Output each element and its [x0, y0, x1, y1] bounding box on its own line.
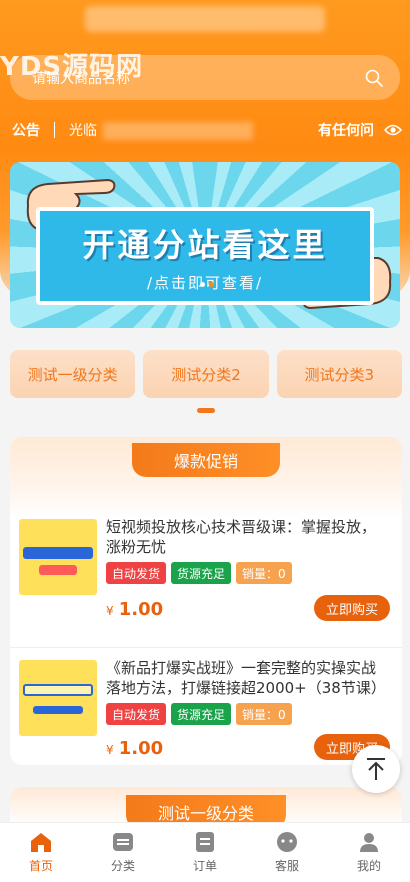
back-to-top-button[interactable]	[352, 745, 400, 793]
search-input[interactable]: 请输入商品名称	[32, 68, 364, 88]
notice-bar[interactable]: 公告 光临 有任何问	[12, 118, 402, 142]
thumbnail-strip	[39, 565, 77, 575]
thumbnail-strip	[33, 706, 83, 714]
product-price: ¥ 1.00	[106, 738, 163, 759]
tag-in-stock: 货源充足	[171, 562, 232, 584]
search-bar[interactable]: 请输入商品名称	[10, 55, 400, 100]
eye-icon[interactable]	[384, 123, 402, 137]
banner-board: 开通分站看这里 /点击即可查看/	[36, 207, 374, 305]
tab-label: 分类	[110, 859, 135, 873]
product-item[interactable]: 短视频投放核心技术晋级课：掌握投放，涨粉无忧 自动发货 货源充足 销量：0 ¥ …	[10, 515, 402, 635]
arrow-up-icon	[367, 758, 385, 780]
blurred-shop-title	[85, 6, 325, 32]
product-price: ¥ 1.00	[106, 599, 163, 620]
notice-divider	[54, 122, 55, 138]
tab-home[interactable]: 首页	[0, 823, 82, 882]
tag-in-stock: 货源充足	[171, 703, 232, 725]
price-value: 1.00	[118, 599, 164, 620]
price-value: 1.00	[118, 738, 164, 759]
tag-auto-delivery: 自动发货	[106, 703, 167, 725]
tab-label: 我的	[356, 859, 381, 873]
price-symbol: ¥	[106, 604, 114, 618]
home-icon	[31, 833, 51, 852]
tag-sales: 销量：0	[236, 703, 292, 725]
tab-service[interactable]: 客服	[246, 823, 328, 882]
thumbnail-strip	[23, 684, 93, 696]
product-title[interactable]: 《新品打爆实战班》一套完整的实操实战落地方法，打爆链接超2000+（38节课）	[106, 658, 390, 698]
notice-text: 光临	[69, 120, 318, 140]
search-icon[interactable]	[364, 68, 384, 88]
price-symbol: ¥	[106, 743, 114, 757]
product-tags: 自动发货 货源充足 销量：0	[106, 703, 292, 725]
user-icon	[360, 833, 378, 852]
promo-section-title: 爆款促销	[132, 443, 280, 477]
product-thumbnail[interactable]	[19, 660, 97, 736]
banner-dot-active	[209, 282, 214, 287]
promo-card: 爆款促销 短视频投放核心技术晋级课：掌握投放，涨粉无忧 自动发货 货源充足 销量…	[10, 437, 402, 765]
tab-order[interactable]: 订单	[164, 823, 246, 882]
category-item[interactable]: 测试一级分类	[10, 350, 136, 398]
product-thumbnail[interactable]	[19, 519, 97, 595]
tab-mine[interactable]: 我的	[328, 823, 410, 882]
order-icon	[196, 832, 214, 852]
product-item[interactable]: 《新品打爆实战班》一套完整的实操实战落地方法，打爆链接超2000+（38节课） …	[10, 647, 402, 765]
banner-pagination	[200, 282, 214, 287]
bottom-tab-bar: 首页 分类 订单 客服 我的	[0, 822, 410, 882]
buy-now-button[interactable]: 立即购买	[313, 595, 390, 621]
tag-auto-delivery: 自动发货	[106, 562, 167, 584]
banner-title: 开通分站看这里	[82, 225, 328, 264]
banner[interactable]: 开通分站看这里 /点击即可查看/	[10, 162, 400, 328]
category-row: 测试一级分类 测试分类2 测试分类3	[10, 350, 402, 398]
banner-dot	[200, 282, 205, 287]
service-icon	[277, 832, 297, 852]
category-item[interactable]: 测试分类2	[143, 350, 269, 398]
notice-more[interactable]: 有任何问	[318, 120, 374, 140]
product-title[interactable]: 短视频投放核心技术晋级课：掌握投放，涨粉无忧	[106, 517, 390, 557]
tab-category[interactable]: 分类	[82, 823, 164, 882]
product-tags: 自动发货 货源充足 销量：0	[106, 562, 292, 584]
category-item[interactable]: 测试分类3	[276, 350, 402, 398]
tab-label: 订单	[192, 859, 217, 873]
tab-label: 客服	[274, 859, 299, 873]
notice-label: 公告	[12, 123, 40, 139]
tag-sales: 销量：0	[236, 562, 292, 584]
tab-label: 首页	[28, 859, 53, 873]
thumbnail-strip	[23, 547, 93, 559]
category-icon	[113, 833, 133, 851]
category-scroll-indicator	[197, 408, 215, 413]
